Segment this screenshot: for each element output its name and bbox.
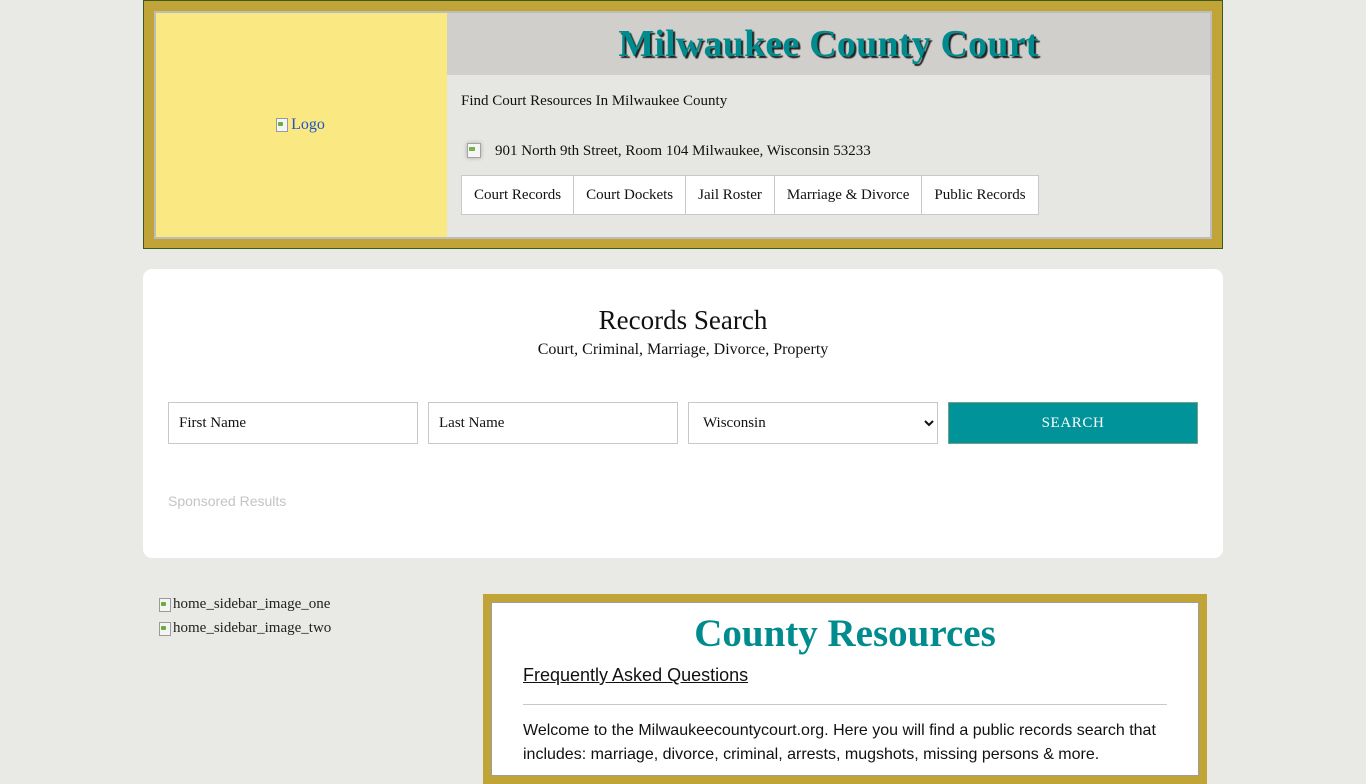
title-bar: Milwaukee County Court [447,13,1210,75]
nav-court-records[interactable]: Court Records [462,176,575,214]
site-header: Logo Milwaukee County Court Find Court R… [143,0,1223,249]
sidebar-image-one-alt: home_sidebar_image_one [173,596,331,612]
welcome-text: Welcome to the Milwaukeecountycourt.org.… [523,722,1156,763]
sponsored-results-label: Sponsored Results [168,493,287,509]
broken-image-icon [158,621,172,637]
nav-marriage-divorce[interactable]: Marriage & Divorce [775,176,923,214]
state-select[interactable]: Wisconsin [688,402,938,444]
last-name-input[interactable] [428,402,678,444]
broken-image-icon [158,597,172,613]
nav-public-records[interactable]: Public Records [922,176,1037,214]
header-inner: Logo Milwaukee County Court Find Court R… [154,11,1212,239]
broken-image-icon [275,117,289,133]
nav-court-dockets[interactable]: Court Dockets [574,176,687,214]
sidebar-image-one: home_sidebar_image_one [158,596,330,613]
search-subtitle: Court, Criminal, Marriage, Divorce, Prop… [537,341,829,358]
search-title: Records Search [598,305,768,335]
sidebar-image-two-alt: home_sidebar_image_two [173,620,332,636]
search-button[interactable]: SEARCH [948,402,1198,444]
site-title: Milwaukee County Court [618,23,1039,65]
logo-panel: Logo [156,13,447,237]
tagline: Find Court Resources In Milwaukee County [461,93,728,109]
main-nav: Court Records Court Dockets Jail Roster … [461,175,1039,215]
sidebar-image-two: home_sidebar_image_two [158,620,331,637]
address-text: 901 North 9th Street, Room 104 Milwaukee… [495,142,871,159]
logo-alt-text: Logo [291,116,325,133]
nav-jail-roster[interactable]: Jail Roster [686,176,775,214]
faq-link[interactable]: Frequently Asked Questions [523,665,748,686]
first-name-input[interactable] [168,402,418,444]
address-row: 901 North 9th Street, Room 104 Milwaukee… [465,141,871,161]
site-logo[interactable]: Logo [275,116,325,134]
records-search-card: Records Search Court, Criminal, Marriage… [143,269,1223,558]
county-resources-panel: County Resources Frequently Asked Questi… [491,602,1199,776]
divider [523,704,1167,705]
county-resources-title: County Resources [694,612,996,655]
county-resources-frame: County Resources Frequently Asked Questi… [483,594,1207,784]
location-icon [465,141,485,161]
